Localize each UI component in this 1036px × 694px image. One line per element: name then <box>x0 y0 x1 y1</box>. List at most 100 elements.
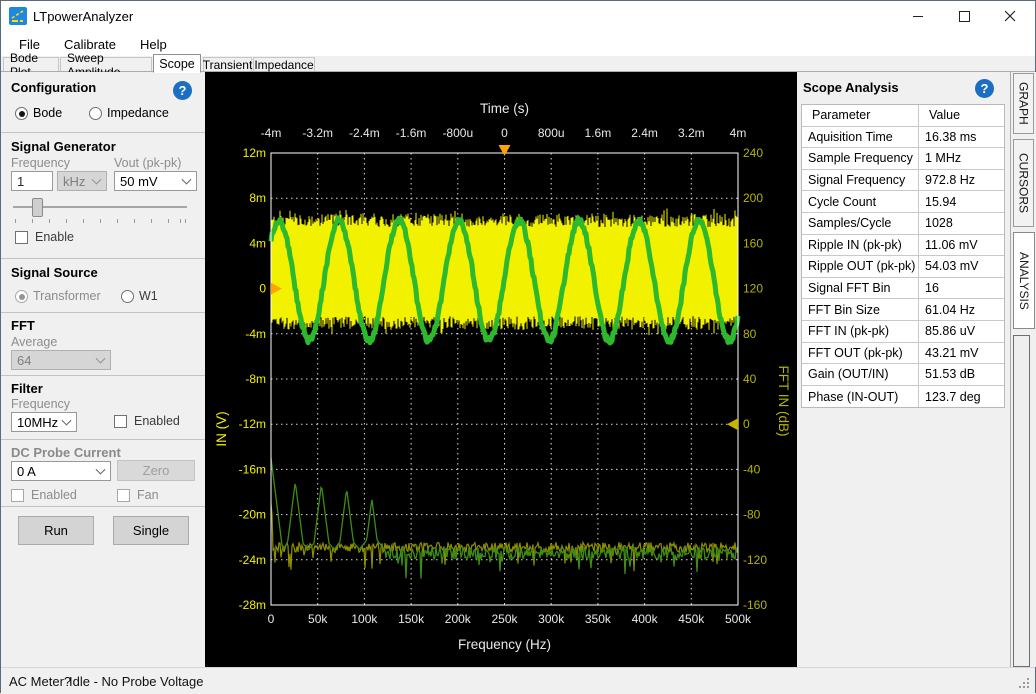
radio-impedance-label: Impedance <box>107 106 169 120</box>
tab-bode-plot[interactable]: Bode Plot <box>3 57 59 71</box>
left-axis-tick: -8m <box>245 372 266 386</box>
filter-frequency-label: Frequency <box>11 397 70 411</box>
frequency-input[interactable]: 1 <box>11 171 53 191</box>
slider-tick <box>100 219 101 223</box>
single-button[interactable]: Single <box>113 516 189 545</box>
cell-parameter: Cycle Count <box>802 191 919 212</box>
status-bar: AC Meter? Idle - No Probe Voltage <box>1 667 1035 694</box>
right-axis-title: FFT IN (dB) <box>776 365 791 436</box>
minimize-button[interactable] <box>895 1 941 31</box>
scope-plot-svg: -4m-3.2m-2.4m-1.6m-800u0800u1.6m2.4m3.2m… <box>205 72 797 667</box>
bottom-axis-tick: 50k <box>308 612 328 626</box>
tab-impedance[interactable]: Impedance <box>253 57 315 71</box>
scope-chart[interactable]: -4m-3.2m-2.4m-1.6m-800u0800u1.6m2.4m3.2m… <box>205 72 797 672</box>
radio-impedance[interactable] <box>89 107 102 120</box>
fft-average-value: 64 <box>17 353 31 368</box>
cell-value: 51.53 dB <box>919 364 1004 385</box>
fan-checkbox[interactable] <box>117 489 130 502</box>
analysis-table-body: Aquisition Time16.38 msSample Frequency1… <box>802 127 1004 408</box>
dc-current-select[interactable]: 0 A <box>11 461 111 481</box>
cell-value: 15.94 <box>919 191 1004 212</box>
time-zero-marker[interactable] <box>499 145 511 156</box>
table-header-row: Parameter Value <box>802 105 1004 127</box>
frequency-unit-select[interactable]: kHz <box>57 171 107 191</box>
bottom-axis-tick: 100k <box>351 612 378 626</box>
cell-parameter: Sample Frequency <box>802 148 919 169</box>
status-message: Idle - No Probe Voltage <box>69 674 203 689</box>
tab-scope[interactable]: Scope <box>153 54 201 73</box>
chevron-down-icon <box>62 416 72 426</box>
cell-parameter: Phase (IN-OUT) <box>802 386 919 408</box>
slider-tick <box>185 219 186 223</box>
top-axis-tick: 3.2m <box>678 126 705 140</box>
run-button[interactable]: Run <box>18 516 94 545</box>
right-axis-tick: 240 <box>743 146 763 160</box>
app-icon <box>9 7 27 25</box>
dc-enabled-label: Enabled <box>31 488 77 502</box>
cell-parameter: Ripple OUT (pk-pk) <box>802 256 919 277</box>
column-value: Value <box>919 105 1004 126</box>
help-icon[interactable]: ? <box>975 79 994 98</box>
left-axis-tick: -4m <box>245 327 266 341</box>
side-tab-graph[interactable]: GRAPH <box>1013 73 1034 134</box>
side-tab-cursors[interactable]: CURSORS <box>1013 139 1034 227</box>
configuration-header: Configuration <box>11 80 96 95</box>
cell-parameter: FFT OUT (pk-pk) <box>802 343 919 364</box>
top-axis-tick: -3.2m <box>302 126 333 140</box>
help-icon[interactable]: ? <box>173 81 192 100</box>
table-row: Signal FFT Bin16 <box>802 278 1004 300</box>
slider-tick <box>117 219 118 223</box>
enable-label: Enable <box>35 230 74 244</box>
fan-label: Fan <box>137 488 159 502</box>
db-zero-marker[interactable] <box>727 418 738 430</box>
frequency-slider-thumb[interactable] <box>32 198 43 217</box>
table-row: FFT OUT (pk-pk)43.21 mV <box>802 343 1004 365</box>
filter-header: Filter <box>11 381 43 396</box>
tab-sweep-amplitude[interactable]: Sweep Amplitude <box>60 57 152 71</box>
radio-transformer[interactable] <box>15 290 28 303</box>
chevron-down-icon <box>96 465 106 475</box>
cell-value: 11.06 mV <box>919 235 1004 256</box>
right-axis-tick: 120 <box>743 282 763 296</box>
vout-select[interactable]: 50 mV <box>114 171 197 191</box>
window-title: LTpowerAnalyzer <box>33 9 133 24</box>
filter-frequency-select[interactable]: 10MHz <box>11 412 77 432</box>
slider-tick <box>180 219 181 223</box>
resize-grip[interactable] <box>1019 678 1031 690</box>
table-row: FFT Bin Size61.04 Hz <box>802 299 1004 321</box>
radio-w1[interactable] <box>121 290 134 303</box>
column-parameter: Parameter <box>802 105 919 126</box>
cell-parameter: Signal FFT Bin <box>802 278 919 299</box>
bottom-axis-tick: 0 <box>268 612 275 626</box>
right-axis-tick: -80 <box>743 508 761 522</box>
top-axis-tick: -4m <box>261 126 282 140</box>
signal-generator-header: Signal Generator <box>11 139 116 154</box>
side-tab-analysis[interactable]: ANALYSIS <box>1013 232 1035 329</box>
side-tab-strip: GRAPH CURSORS ANALYSIS <box>1011 72 1036 667</box>
chevron-down-icon <box>96 354 106 364</box>
control-panel: Configuration ? Bode Impedance Signal Ge… <box>1 72 205 667</box>
top-axis-tick: -2.4m <box>349 126 380 140</box>
right-axis-tick: 80 <box>743 327 757 341</box>
dc-enabled-checkbox[interactable] <box>11 489 24 502</box>
close-button[interactable] <box>987 1 1033 31</box>
minimize-icon <box>913 11 924 22</box>
fft-average-select[interactable]: 64 <box>11 350 111 370</box>
slider-tick <box>15 219 16 223</box>
tab-transient[interactable]: Transient <box>203 57 252 71</box>
cell-parameter: Gain (OUT/IN) <box>802 364 919 385</box>
slider-tick <box>49 219 50 223</box>
separator <box>1 258 205 259</box>
radio-bode-label: Bode <box>33 106 62 120</box>
radio-transformer-label: Transformer <box>33 289 101 303</box>
bottom-axis-tick: 450k <box>678 612 705 626</box>
bottom-axis-tick: 250k <box>491 612 518 626</box>
filter-enabled-checkbox[interactable] <box>114 415 127 428</box>
zero-button[interactable]: Zero <box>117 460 195 481</box>
cell-value: 85.86 uV <box>919 321 1004 342</box>
dc-probe-header: DC Probe Current <box>11 445 121 460</box>
maximize-button[interactable] <box>941 1 987 31</box>
left-axis-tick: -12m <box>239 417 266 431</box>
enable-checkbox[interactable] <box>15 231 28 244</box>
radio-bode[interactable] <box>15 107 28 120</box>
